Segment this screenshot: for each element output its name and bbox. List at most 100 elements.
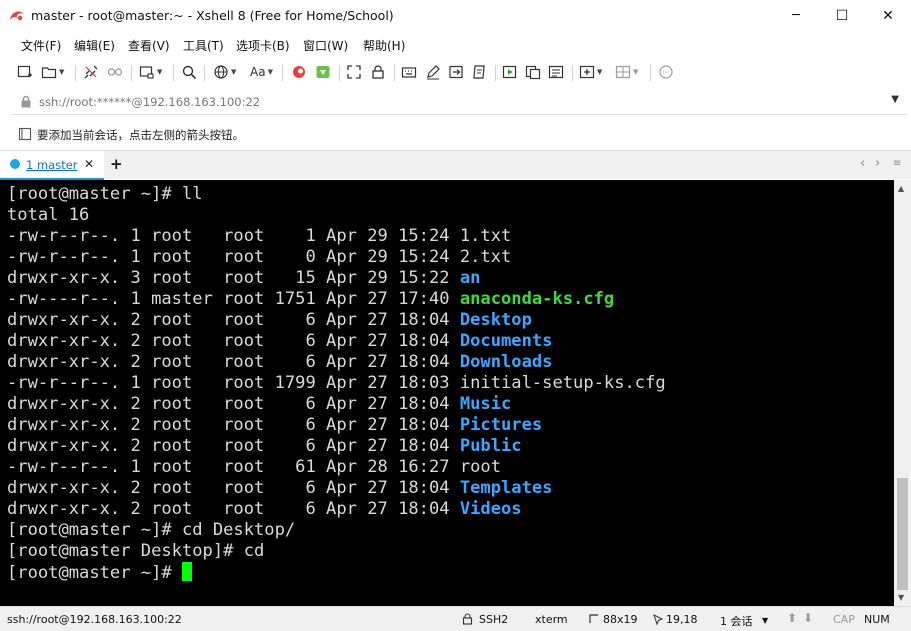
terminal-line: drwxr-xr-x. 2 root root 6 Apr 27 18:04 T… [7,478,894,499]
language-button[interactable]: ▼ [213,63,236,81]
status-address: ssh://root@192.168.163.100:22 [7,613,182,626]
play-icon [502,65,517,79]
terminal-text: -rw----r--. 1 master root 1751 Apr 27 17… [7,289,460,309]
compose-button[interactable] [548,63,564,81]
reconnect-button[interactable] [107,63,123,81]
terminal-text: total 16 [7,205,90,225]
status-protocol: SSH2 [479,613,509,626]
directory-name: Music [459,394,512,414]
terminal-line: drwxr-xr-x. 2 root root 6 Apr 27 18:04 P… [7,415,894,436]
title-bar: master - root@master:~ - Xshell 8 (Free … [0,0,911,31]
pen-icon [427,65,440,80]
script-button[interactable] [471,63,487,81]
fullscreen-button[interactable] [346,63,362,81]
minimize-button[interactable]: ─ [773,0,819,31]
add-tab-icon[interactable]: + [110,155,123,173]
terminal-output: [root@master ~]# ll total 16 -rw-r--r--. 1… [0,180,894,583]
chevron-down-icon[interactable]: ▼ [762,616,768,625]
terminal-line: drwxr-xr-x. 2 root root 6 Apr 27 18:04 V… [7,499,894,520]
highlight-button[interactable] [425,63,441,81]
copy-icon [525,65,541,80]
terminal-line: drwxr-xr-x. 2 root root 6 Apr 27 18:04 M… [7,394,894,415]
scroll-thumb[interactable] [897,478,908,590]
terminal-line: [root@master ~]# ll [7,184,894,205]
close-icon[interactable]: ✕ [84,157,94,171]
new-window-button[interactable]: ▼ [139,63,162,81]
keyboard-icon [401,67,417,78]
run-button[interactable] [502,63,518,81]
add-tab-button[interactable]: ▼ [579,63,602,81]
layout-button[interactable]: ▼ [615,63,638,81]
globe-icon [214,65,228,79]
scroll-up-icon[interactable]: ▲ [898,184,904,193]
terminal-text: [root@master ~]# cd Desktop/ [7,520,296,540]
font-button[interactable]: Aa ▼ [250,63,273,81]
cursor-position-icon [653,614,664,625]
toolbar-separator [173,65,174,81]
terminal-line: drwxr-xr-x. 2 root root 6 Apr 27 18:04 D… [7,331,894,352]
chevron-right-icon[interactable]: › [875,156,880,171]
status-caps-lock: CAP [833,613,855,626]
tab-bar: 1 master ✕ + ‹ › ≡ [0,150,911,180]
new-session-button[interactable] [17,63,33,81]
chevron-left-icon[interactable]: ‹ [860,156,865,171]
disconnect-icon [84,65,98,79]
menu-file[interactable]: 文件(F) [21,37,61,54]
keyboard-button[interactable] [401,63,417,81]
directory-name: Videos [459,499,522,519]
close-button[interactable]: ✕ [865,0,911,31]
open-session-button[interactable]: ▼ [41,63,64,81]
session-hint-text: 要添加当前会话，点击左侧的箭头按钮。 [37,128,244,142]
xftp-button[interactable] [315,63,331,81]
window-title: master - root@master:~ - Xshell 8 (Free … [31,8,394,23]
close-icon: ✕ [882,7,894,24]
vertical-scrollbar[interactable]: ▲ ▼ [894,180,911,606]
menu-view[interactable]: 查看(V) [128,37,170,54]
transfer-icon [449,65,463,79]
maximize-button[interactable]: ☐ [819,0,865,31]
menu-edit[interactable]: 编辑(E) [74,37,115,54]
transfer-button[interactable] [448,63,464,81]
find-button[interactable] [181,63,197,81]
lock-button[interactable] [370,63,386,81]
disconnect-button[interactable] [83,63,99,81]
scroll-down-icon[interactable]: ▼ [898,593,904,602]
fullscreen-icon [347,65,361,79]
reconnect-icon [107,68,123,76]
terminal-line: -rw----r--. 1 master root 1751 Apr 27 17… [7,289,894,310]
xshell-button[interactable] [291,63,307,81]
chat-icon [659,65,673,79]
terminal-line: drwxr-xr-x. 2 root root 6 Apr 27 18:04 D… [7,310,894,331]
menu-tools[interactable]: 工具(T) [183,37,224,54]
tab-menu-icon[interactable]: ≡ [893,158,901,169]
terminal-text: 2.txt [459,247,512,267]
status-sessions[interactable]: 1 会话 [720,613,753,629]
bookmark-icon[interactable] [18,127,32,141]
new-window-icon [139,66,154,79]
menu-tabs[interactable]: 选项卡(B) [236,37,290,54]
arrow-up-icon[interactable]: ⬆ [787,611,797,625]
terminal-text: -rw-r--r--. 1 root root 1 Apr 29 15:24 [7,226,460,246]
terminal-area[interactable]: [root@master ~]# ll total 16 -rw-r--r--. 1… [0,180,894,606]
chat-button[interactable] [658,63,674,81]
maximize-icon: ☐ [835,7,849,24]
arrow-down-icon[interactable]: ⬇ [803,611,813,625]
directory-name: Public [459,436,522,456]
lock-icon [372,65,384,79]
terminal-line: [root@master ~]# cd Desktop/ [7,520,894,541]
directory-name: Downloads [459,352,553,372]
menu-help[interactable]: 帮助(H) [363,37,405,54]
toolbar-separator [572,65,573,81]
menu-window[interactable]: 窗口(W) [303,37,348,54]
script-icon [473,65,485,79]
tab-master[interactable]: 1 master ✕ [0,151,104,180]
status-bar: ssh://root@192.168.163.100:22 SSH2 xterm… [0,606,911,631]
address-bar[interactable]: ssh://root:******@192.168.163.100:22 ▼ [11,90,907,115]
address-input[interactable]: ssh://root:******@192.168.163.100:22 [39,95,260,109]
terminal-text: [root@master ~]# ll [7,184,203,204]
copy-button[interactable] [525,63,541,81]
terminal-line: drwxr-xr-x. 2 root root 6 Apr 27 18:04 D… [7,352,894,373]
xshell-app-icon [10,11,24,21]
chevron-down-icon[interactable]: ▼ [891,94,899,105]
search-icon [182,65,197,80]
